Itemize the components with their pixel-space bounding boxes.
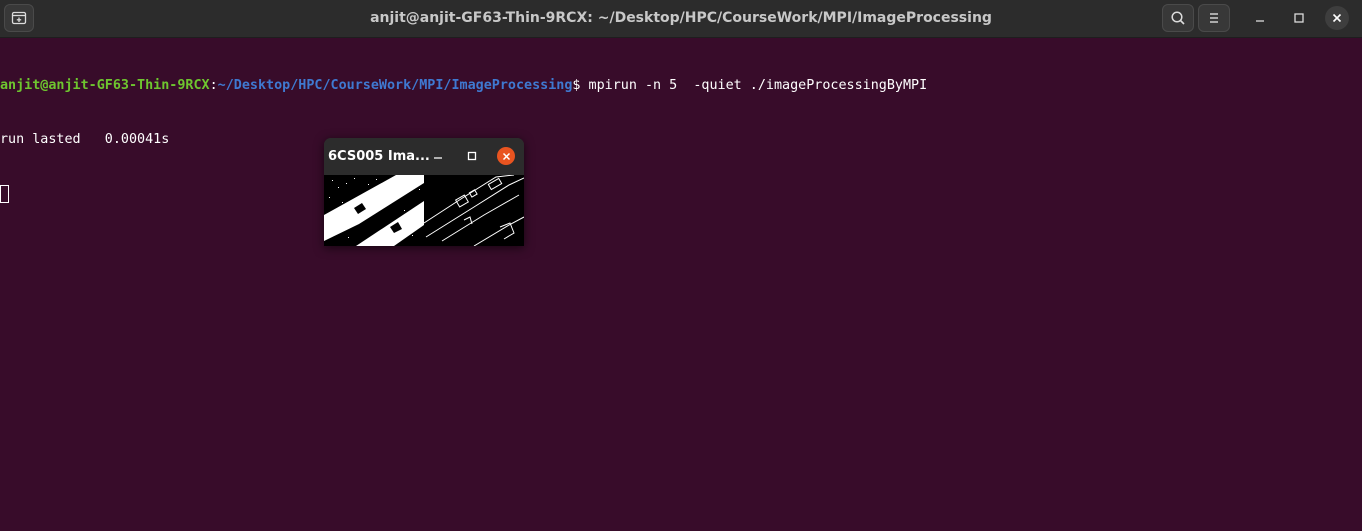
prompt-path: ~/Desktop/HPC/CourseWork/MPI/ImageProces…: [217, 78, 573, 93]
close-button[interactable]: [1325, 6, 1349, 30]
image-window[interactable]: 6CS005 Ima...: [324, 138, 524, 246]
maximize-icon: [467, 151, 477, 161]
image-window-minimize-button[interactable]: [430, 148, 446, 164]
processed-image: [324, 174, 524, 246]
prompt-symbol: $: [572, 78, 589, 93]
close-icon: [502, 152, 510, 160]
text-cursor: [0, 185, 9, 203]
close-icon: [1332, 13, 1342, 23]
image-window-titlebar[interactable]: 6CS005 Ima...: [324, 138, 524, 175]
terminal-titlebar: anjit@anjit-GF63-Thin-9RCX: ~/Desktop/HP…: [0, 0, 1362, 38]
search-button[interactable]: [1162, 4, 1194, 32]
image-window-title: 6CS005 Ima...: [328, 149, 430, 164]
search-icon: [1171, 11, 1185, 25]
cursor-line: [0, 185, 1360, 206]
minimize-icon: [434, 157, 442, 159]
prompt-separator: :: [209, 78, 218, 93]
processed-image-graphic: [324, 174, 524, 246]
minimize-button[interactable]: [1245, 4, 1275, 32]
minimize-icon: [1256, 20, 1264, 22]
maximize-button[interactable]: [1284, 4, 1314, 32]
new-tab-button[interactable]: [4, 4, 34, 32]
menu-button[interactable]: [1198, 4, 1230, 32]
image-window-maximize-button[interactable]: [464, 148, 480, 164]
new-tab-icon: [11, 11, 27, 25]
maximize-icon: [1294, 13, 1304, 23]
terminal-output[interactable]: anjit@anjit-GF63-Thin-9RCX:~/Desktop/HPC…: [0, 41, 1360, 224]
command-text: mpirun -n 5 -quiet ./imageProcessingByMP…: [588, 78, 928, 93]
image-window-close-button[interactable]: [497, 147, 515, 165]
command-line: anjit@anjit-GF63-Thin-9RCX:~/Desktop/HPC…: [0, 77, 1360, 95]
window-title: anjit@anjit-GF63-Thin-9RCX: ~/Desktop/HP…: [370, 10, 992, 26]
prompt-user: anjit@anjit-GF63-Thin-9RCX: [0, 78, 210, 93]
terminal-scrollbar[interactable]: [1355, 38, 1362, 531]
hamburger-menu-icon: [1210, 13, 1218, 23]
output-line: run lasted 0.00041s: [0, 132, 170, 147]
